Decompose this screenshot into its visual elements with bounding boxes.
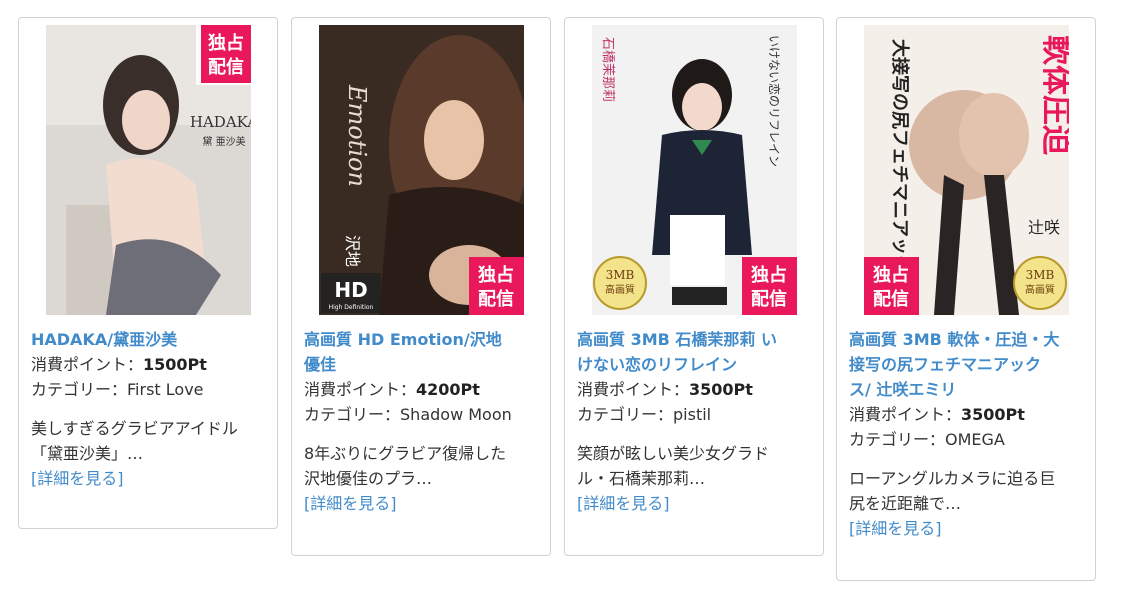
svg-text:配信: 配信 <box>751 288 787 310</box>
hd-sublabel: High Definition <box>328 304 373 311</box>
badge-line1: 独占 <box>208 32 244 54</box>
points-row: 消費ポイント：4200Pt <box>304 380 480 399</box>
category-row: カテゴリー：First Love <box>31 380 204 399</box>
product-title-link[interactable]: HADAKA/黛亜沙美 <box>31 327 269 352</box>
category-row: カテゴリー：pistil <box>577 405 712 424</box>
points-value: 3500Pt <box>689 380 753 399</box>
svg-text:高画質: 高画質 <box>1025 283 1055 296</box>
svg-text:独占: 独占 <box>873 264 909 286</box>
category-value: pistil <box>673 405 712 424</box>
cover-subtitle: 黛 亜沙美 <box>202 135 245 148</box>
points-value: 3500Pt <box>961 405 1025 424</box>
svg-text:独占: 独占 <box>478 264 514 286</box>
cover-title: いけない恋のリフレイン <box>767 35 782 167</box>
cover-name: 辻咲 <box>1027 218 1059 237</box>
points-value: 4200Pt <box>416 380 480 399</box>
cover-big-text: 軟体圧迫 <box>1038 35 1069 156</box>
category-value: First Love <box>127 380 204 399</box>
svg-text:配信: 配信 <box>873 288 909 310</box>
points-row: 消費ポイント：3500Pt <box>849 405 1025 424</box>
product-description: 美しすぎるグラビアアイドル 「黛亜沙美」… <box>31 419 238 463</box>
badge-line2: 配信 <box>208 56 244 78</box>
product-thumbnail[interactable]: 独占 配信 HADAKA 黛 亜沙美 <box>45 25 251 315</box>
points-value: 1500Pt <box>143 355 207 374</box>
3mb-sublabel: 高画質 <box>605 283 635 296</box>
details-link[interactable]: [詳細を見る] <box>304 491 550 516</box>
category-row: カテゴリー：Shadow Moon <box>304 405 512 424</box>
cover-title: HADAKA <box>189 113 250 131</box>
details-link[interactable]: [詳細を見る] <box>577 491 823 516</box>
cover-title: 大接写の尻フェチマニアックス <box>889 39 911 290</box>
hd-label: HD <box>334 278 367 302</box>
cover-name: 沢地 <box>343 235 362 267</box>
product-card: 独占 配信 HADAKA 黛 亜沙美 HADAKA/黛亜沙美 消費ポイント：15… <box>18 17 278 529</box>
svg-text:3MB: 3MB <box>1025 268 1054 282</box>
category-value: OMEGA <box>945 430 1005 449</box>
details-link[interactable]: [詳細を見る] <box>31 466 277 491</box>
3mb-label: 3MB <box>605 268 634 282</box>
product-description: ローアングルカメラに迫る巨 尻を近距離で… <box>849 469 1056 513</box>
svg-text:配信: 配信 <box>478 288 514 310</box>
details-link[interactable]: [詳細を見る] <box>849 516 1095 541</box>
svg-text:独占: 独占 <box>751 264 787 286</box>
product-title-link[interactable]: 高画質 3MB 軟体・圧迫・大 接写の尻フェチマニアック ス/ 辻咲エミリ <box>849 327 1087 402</box>
product-description: 8年ぶりにグラビア復帰した 沢地優佳のプラ… <box>304 444 507 488</box>
cover-title: Emotion <box>343 84 371 187</box>
category-row: カテゴリー：OMEGA <box>849 430 1005 449</box>
product-thumbnail[interactable]: Emotion 沢地 HD High Definition 独占 配信 <box>318 25 524 315</box>
points-row: 消費ポイント：3500Pt <box>577 380 753 399</box>
product-description: 笑顔が眩しい美少女グラド ル・石橋茉那莉… <box>577 444 770 488</box>
product-card: 石橋茉那莉 いけない恋のリフレイン 3MB 高画質 独占 配信 高画質 3MB … <box>564 17 824 556</box>
cover-name: 石橋茉那莉 <box>600 37 615 102</box>
points-row: 消費ポイント：1500Pt <box>31 355 207 374</box>
product-title-link[interactable]: 高画質 HD Emotion/沢地 優佳 <box>304 327 542 377</box>
product-card: 大接写の尻フェチマニアックス 軟体圧迫 辻咲 独占 配信 3MB 高画質 高画質… <box>836 17 1096 581</box>
product-thumbnail[interactable]: 石橋茉那莉 いけない恋のリフレイン 3MB 高画質 独占 配信 <box>591 25 797 315</box>
category-value: Shadow Moon <box>400 405 512 424</box>
product-thumbnail[interactable]: 大接写の尻フェチマニアックス 軟体圧迫 辻咲 独占 配信 3MB 高画質 <box>863 25 1069 315</box>
product-card: Emotion 沢地 HD High Definition 独占 配信 高画質 … <box>291 17 551 556</box>
product-title-link[interactable]: 高画質 3MB 石橋茉那莉 いけない恋のリフレイン <box>577 327 815 377</box>
